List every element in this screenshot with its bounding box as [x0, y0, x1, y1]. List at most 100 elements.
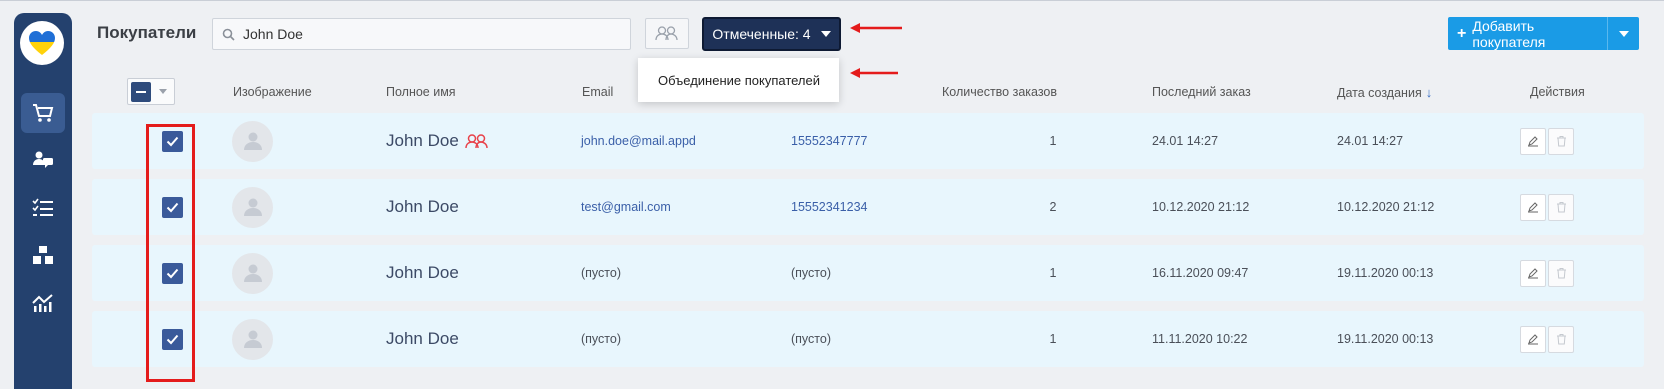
column-header-created[interactable]: Дата создания ↓ [1337, 85, 1432, 100]
customer-name-text: John Doe [386, 197, 459, 216]
customer-name[interactable]: John Doe [386, 263, 459, 283]
delete-button[interactable] [1548, 259, 1574, 287]
row-orders-cell: 1 [1034, 311, 1072, 367]
customer-name[interactable]: John Doe [386, 329, 459, 349]
last-order-date: 16.11.2020 09:47 [1152, 266, 1249, 280]
add-customer-button[interactable]: + Добавить покупателя [1448, 17, 1639, 50]
created-date: 10.12.2020 21:12 [1337, 200, 1435, 214]
row-last-order-cell: 16.11.2020 09:47 [1152, 245, 1248, 301]
row-actions-cell [1520, 179, 1574, 235]
row-actions-cell [1520, 245, 1574, 301]
merge-filter-button[interactable] [645, 18, 689, 49]
user-placeholder-icon [243, 264, 262, 282]
annotation-arrow-marked [850, 23, 902, 33]
customer-email[interactable]: (пусто) [581, 266, 621, 280]
add-customer-split-toggle[interactable] [1608, 17, 1639, 50]
avatar [232, 252, 273, 294]
row-name-cell: John Doe [386, 179, 459, 235]
row-created-cell: 19.11.2020 00:13 [1337, 245, 1433, 301]
row-orders-cell: 1 [1034, 245, 1072, 301]
row-avatar-cell [232, 245, 273, 301]
search-icon [222, 28, 235, 41]
edit-button[interactable] [1520, 127, 1546, 155]
row-email-cell: (пусто) [581, 245, 621, 301]
sort-desc-icon: ↓ [1425, 85, 1433, 100]
marked-dropdown-button[interactable]: Отмеченные: 4 [702, 17, 841, 51]
avatar [232, 186, 273, 228]
pencil-icon [1528, 334, 1538, 345]
row-last-order-cell: 11.11.2020 10:22 [1152, 311, 1247, 367]
sidebar-item-tasks[interactable] [21, 188, 65, 228]
customer-phone[interactable]: (пусто) [791, 332, 831, 346]
logo[interactable] [20, 21, 64, 65]
table-row[interactable]: John Doe (пусто) (пусто) 1 16.11.2020 09… [92, 245, 1644, 301]
app-root: Покупатели Отмеченные: 4 Объединение пок… [0, 0, 1664, 389]
customer-email[interactable]: test@gmail.com [581, 200, 671, 214]
table-row[interactable]: John Doe john.doe@mail.appd 15552347777 … [92, 113, 1644, 169]
bulk-select-checkbox[interactable] [131, 81, 151, 102]
caret-down-icon [820, 31, 831, 37]
edit-button[interactable] [1520, 193, 1546, 221]
page-title: Покупатели [97, 23, 197, 42]
orders-count: 2 [1049, 200, 1057, 214]
column-header-image: Изображение [233, 85, 312, 99]
annotation-arrow-merge [850, 68, 898, 78]
customer-phone[interactable]: 15552347777 [791, 134, 867, 148]
column-header-last-order[interactable]: Последний заказ [1152, 85, 1251, 99]
menu-item-label: Объединение покупателей [658, 72, 821, 88]
column-header-email[interactable]: Email [582, 85, 613, 99]
caret-down-icon [1618, 30, 1629, 37]
delete-button[interactable] [1548, 127, 1574, 155]
bulk-select-dropdown[interactable] [127, 78, 175, 105]
user-placeholder-icon [243, 132, 262, 150]
last-order-date: 24.01 14:27 [1152, 134, 1219, 148]
customer-name-text: John Doe [386, 263, 459, 282]
row-phone-cell: 15552341234 [791, 179, 867, 235]
created-date: 24.01 14:27 [1337, 134, 1404, 148]
delete-button[interactable] [1548, 325, 1574, 353]
customer-email[interactable]: john.doe@mail.appd [581, 134, 696, 148]
customer-name-text: John Doe [386, 329, 459, 348]
plus-icon: + [1457, 24, 1467, 42]
orders-count: 1 [1049, 134, 1057, 148]
row-created-cell: 19.11.2020 00:13 [1337, 311, 1433, 367]
customer-name[interactable]: John Doe [386, 131, 489, 151]
column-header-orders-count[interactable]: Количество заказов [942, 85, 1057, 99]
chart-icon [32, 294, 53, 312]
row-email-cell: test@gmail.com [581, 179, 671, 235]
trash-icon [1556, 136, 1566, 147]
add-customer-main[interactable]: + Добавить покупателя [1448, 17, 1608, 50]
column-header-actions: Действия [1530, 85, 1585, 99]
column-header-full-name[interactable]: Полное имя [386, 85, 456, 99]
table-row[interactable]: John Doe test@gmail.com 15552341234 2 10… [92, 179, 1644, 235]
customer-name[interactable]: John Doe [386, 197, 459, 217]
row-name-cell: John Doe [386, 245, 459, 301]
customer-phone[interactable]: 15552341234 [791, 200, 867, 214]
edit-button[interactable] [1520, 325, 1546, 353]
created-date: 19.11.2020 00:13 [1337, 266, 1434, 280]
pencil-icon [1528, 268, 1538, 279]
sidebar-item-cart[interactable] [21, 93, 65, 133]
sidebar-item-analytics[interactable] [21, 283, 65, 323]
search-input[interactable] [243, 26, 623, 42]
merge-customers-menu-item[interactable]: Объединение покупателей [638, 58, 839, 102]
sidebar-item-customers[interactable] [21, 140, 65, 180]
edit-button[interactable] [1520, 259, 1546, 287]
row-created-cell: 24.01 14:27 [1337, 113, 1403, 169]
orders-count: 1 [1049, 266, 1057, 280]
table-row[interactable]: John Doe (пусто) (пусто) 1 11.11.2020 10… [92, 311, 1644, 367]
created-date: 19.11.2020 00:13 [1337, 332, 1434, 346]
customer-phone[interactable]: (пусто) [791, 266, 831, 280]
search-box[interactable] [212, 18, 631, 50]
row-phone-cell: (пусто) [791, 311, 831, 367]
pencil-icon [1528, 202, 1538, 213]
ukraine-heart-icon [29, 31, 55, 55]
column-header-created-label: Дата создания [1337, 86, 1422, 100]
row-actions-cell [1520, 311, 1574, 367]
customer-email[interactable]: (пусто) [581, 332, 621, 346]
customer-name-text: John Doe [386, 131, 459, 150]
delete-button[interactable] [1548, 193, 1574, 221]
sidebar-item-products[interactable] [21, 235, 65, 275]
row-name-cell: John Doe [386, 113, 489, 169]
trash-icon [1556, 268, 1566, 279]
